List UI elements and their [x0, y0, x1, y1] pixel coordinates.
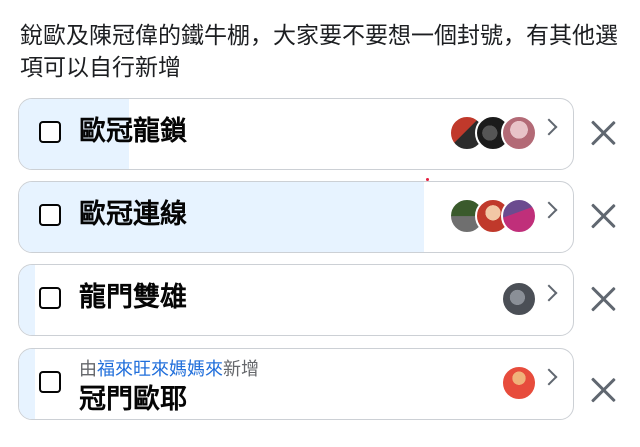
added-by-prefix: 由: [79, 359, 97, 380]
voter-avatars[interactable]: [501, 281, 537, 317]
chevron-right-icon[interactable]: [540, 118, 558, 136]
poll-question: 銳歐及陳冠偉的鐵牛棚，大家要不要想一個封號，有其他選項可以自行新增: [20, 23, 618, 81]
poll-option-1[interactable]: 歐冠龍鎖: [18, 98, 574, 170]
close-icon[interactable]: [586, 199, 620, 233]
close-icon[interactable]: [586, 373, 620, 407]
checkbox-icon[interactable]: [39, 371, 61, 393]
option-label: 冠門歐耶: [79, 384, 187, 415]
avatar: [501, 198, 537, 234]
checkbox-icon[interactable]: [39, 121, 61, 143]
chevron-right-icon[interactable]: [540, 201, 558, 219]
chevron-right-icon[interactable]: [540, 368, 558, 386]
checkbox-icon[interactable]: [39, 287, 61, 309]
added-by-suffix: 新增: [223, 359, 259, 380]
poll-option-3[interactable]: 龍門雙雄: [18, 264, 574, 336]
vote-bar: [19, 265, 35, 335]
option-label: 龍門雙雄: [79, 282, 187, 313]
option-label: 歐冠龍鎖: [79, 116, 187, 147]
voter-avatars[interactable]: [449, 198, 537, 234]
poll-option-4[interactable]: 由福來旺來媽媽來新增 冠門歐耶: [18, 348, 574, 420]
vote-bar: [19, 349, 35, 419]
close-icon[interactable]: [586, 282, 620, 316]
avatar: [501, 365, 537, 401]
added-by-line: 由福來旺來媽媽來新增: [79, 359, 259, 381]
close-icon[interactable]: [586, 116, 620, 150]
red-dot: [426, 178, 429, 181]
voter-avatars[interactable]: [501, 365, 537, 401]
added-by-user-link[interactable]: 福來旺來媽媽來: [97, 359, 223, 380]
poll-option-2[interactable]: 歐冠連線: [18, 181, 574, 253]
avatar: [501, 281, 537, 317]
checkbox-icon[interactable]: [39, 204, 61, 226]
avatar: [501, 115, 537, 151]
option-label: 歐冠連線: [79, 199, 187, 230]
voter-avatars[interactable]: [449, 115, 537, 151]
chevron-right-icon[interactable]: [540, 284, 558, 302]
